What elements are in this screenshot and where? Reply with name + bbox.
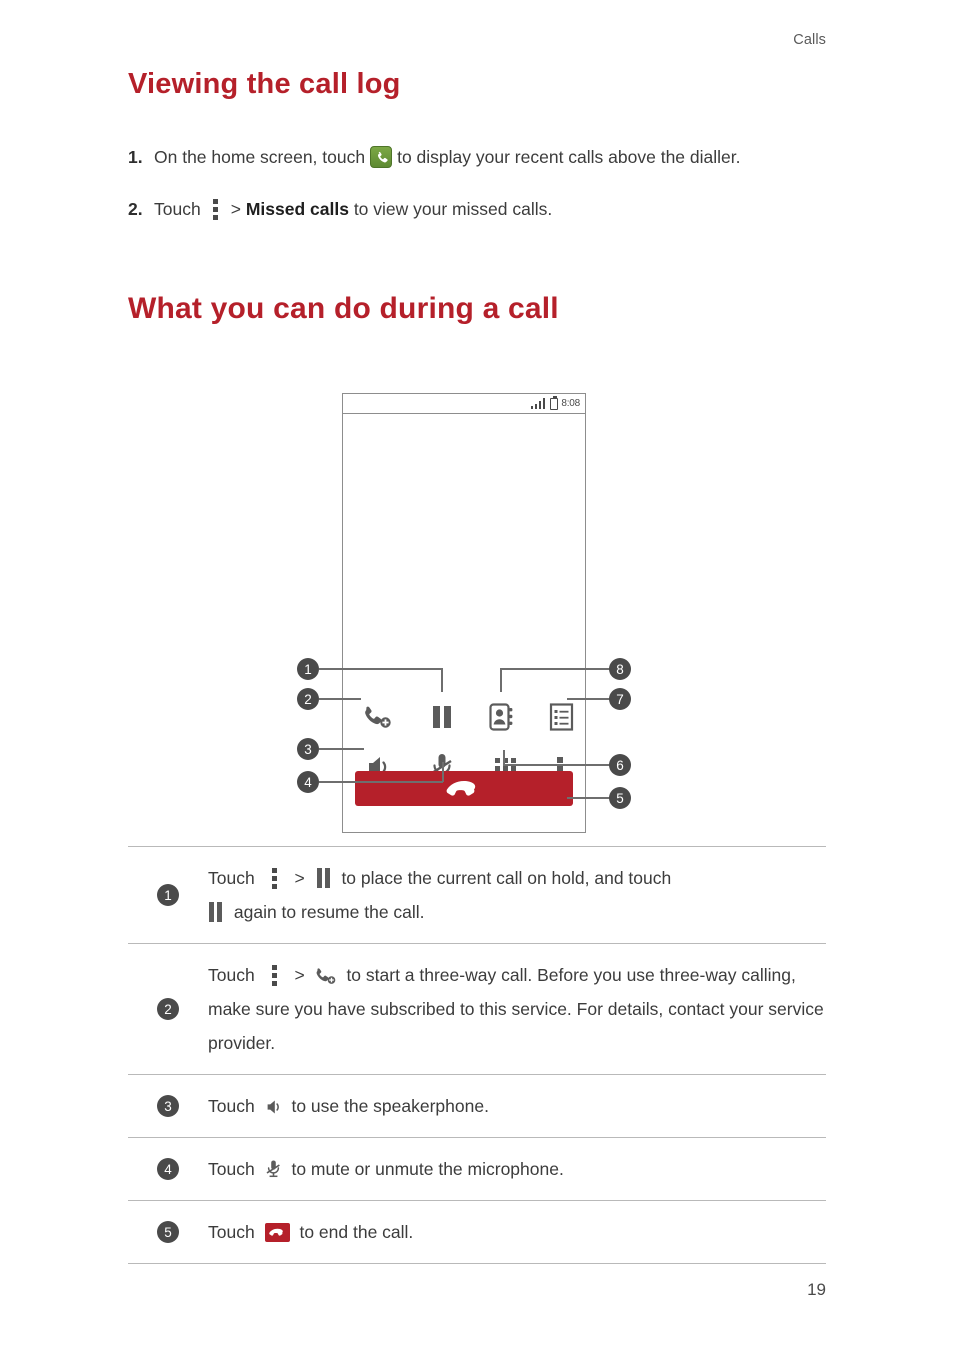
row-number-cell: 2 xyxy=(128,944,208,1075)
end-call-button[interactable] xyxy=(355,771,573,806)
table-row: 1 Touch > to place the current call on h… xyxy=(128,846,826,944)
row-number-cell: 1 xyxy=(128,847,208,944)
row-number-cell: 3 xyxy=(128,1075,208,1138)
step-item-2: 2. Touch > Missed calls to view your miss… xyxy=(128,192,828,226)
row-description-cell: Touch to mute or unmute the microphone. xyxy=(208,1138,826,1201)
leader-line-4 xyxy=(319,781,443,783)
kebab-menu-icon xyxy=(271,867,278,889)
step-number: 1. xyxy=(128,147,143,167)
call-controls-area xyxy=(343,672,585,832)
leader-line-1-v xyxy=(441,668,443,692)
pause-icon xyxy=(316,868,331,888)
leader-line-7 xyxy=(567,698,610,700)
step-text-after: to view your missed calls. xyxy=(353,199,553,219)
row-description-cell: Touch > to start a three-way call. Befor… xyxy=(208,944,826,1075)
callout-bubble-7: 7 xyxy=(609,688,631,710)
step-text-after: to display your recent calls above the d… xyxy=(397,147,741,167)
row-description-cell: Touch > to place the current call on hol… xyxy=(208,847,826,944)
callout-bubble-2: 2 xyxy=(297,688,319,710)
pause-icon xyxy=(208,902,223,922)
callout-bubble-3: 3 xyxy=(297,738,319,760)
step-bold-text: Missed calls xyxy=(245,199,349,219)
end-call-handset-icon xyxy=(446,780,476,796)
contacts-icon[interactable] xyxy=(488,702,516,737)
mute-microphone-icon xyxy=(265,1157,282,1179)
table-row: 5 Touch to end the call. xyxy=(128,1200,826,1264)
kebab-menu-icon xyxy=(271,964,278,986)
desc-text-a: Touch xyxy=(208,965,255,985)
kebab-menu-icon xyxy=(212,198,219,220)
table-row: 4 Touch to mute or unmute the microphone… xyxy=(128,1137,826,1201)
step-text-before: Touch xyxy=(154,199,201,219)
numbered-steps-list: 1. On the home screen, touch to display y… xyxy=(128,140,828,244)
table-row: 2 Touch > to start a three-way call. Bef… xyxy=(128,943,826,1075)
desc-separator: > xyxy=(294,868,305,888)
phone-status-bar: 8:08 xyxy=(343,394,585,414)
pause-icon[interactable] xyxy=(430,704,454,735)
leader-line-6-v xyxy=(503,750,505,765)
battery-icon xyxy=(550,395,559,410)
row-number-cell: 5 xyxy=(128,1201,208,1264)
callout-bubble-8: 8 xyxy=(609,658,631,680)
callout-bubble-4: 4 xyxy=(297,771,319,793)
desc-text-b: to place the current call on hold, and t… xyxy=(341,868,672,888)
desc-text-a: Touch xyxy=(208,868,255,888)
call-controls-description-table: 1 Touch > to place the current call on h… xyxy=(128,846,826,1264)
row-description-cell: Touch to end the call. xyxy=(208,1201,826,1264)
callout-bubble: 1 xyxy=(157,884,179,906)
leader-line-3 xyxy=(319,748,364,750)
leader-line-6 xyxy=(503,764,611,766)
document-page: Calls Viewing the call log 1. On the hom… xyxy=(0,0,954,1352)
phone-mockup: 8:08 xyxy=(342,393,586,833)
status-bar-clock: 8:08 xyxy=(561,398,580,409)
callout-bubble: 2 xyxy=(157,998,179,1020)
green-dialer-icon xyxy=(370,146,393,168)
desc-separator: > xyxy=(294,965,305,985)
leader-line-8-v xyxy=(500,668,502,692)
leader-line-8 xyxy=(500,668,610,670)
desc-text-b: to use the speakerphone. xyxy=(291,1096,489,1116)
add-call-icon xyxy=(315,963,337,984)
step-separator: > xyxy=(230,199,241,219)
step-text-before: On the home screen, touch xyxy=(154,147,366,167)
desc-text-a: Touch xyxy=(208,1222,255,1242)
step-text: On the home screen, touch to display your… xyxy=(154,140,828,174)
signal-bars-icon xyxy=(530,398,546,409)
leader-line-4-v xyxy=(442,762,444,782)
speaker-icon xyxy=(265,1094,282,1114)
leader-line-2 xyxy=(319,698,361,700)
callout-bubble: 5 xyxy=(157,1221,179,1243)
row-number-cell: 4 xyxy=(128,1138,208,1201)
end-call-icon xyxy=(264,1223,290,1242)
step-text: Touch > Missed calls to view your missed … xyxy=(154,192,828,226)
callout-bubble-6: 6 xyxy=(609,754,631,776)
page-title-viewing-call-log: Viewing the call log xyxy=(128,68,401,100)
desc-text-b: to mute or unmute the microphone. xyxy=(291,1159,564,1179)
leader-line-5 xyxy=(567,797,610,799)
step-item-1: 1. On the home screen, touch to display y… xyxy=(128,140,828,174)
callout-bubble: 4 xyxy=(157,1158,179,1180)
table-row: 3 Touch to use the speakerphone. xyxy=(128,1074,826,1138)
desc-text-b: to end the call. xyxy=(299,1222,414,1242)
section-title-during-call: What you can do during a call xyxy=(128,292,559,325)
callout-bubble-1: 1 xyxy=(297,658,319,680)
row-description-cell: Touch to use the speakerphone. xyxy=(208,1075,826,1138)
page-number: 19 xyxy=(807,1280,826,1299)
callout-bubble: 3 xyxy=(157,1095,179,1117)
callout-bubble-5: 5 xyxy=(609,787,631,809)
running-header: Calls xyxy=(793,32,826,48)
add-call-icon[interactable] xyxy=(363,704,393,735)
desc-text-line2: again to resume the call. xyxy=(233,902,425,922)
notes-icon[interactable] xyxy=(548,702,576,737)
desc-text-a: Touch xyxy=(208,1159,255,1179)
desc-text-a: Touch xyxy=(208,1096,255,1116)
leader-line-1 xyxy=(319,668,442,670)
step-number: 2. xyxy=(128,199,143,219)
